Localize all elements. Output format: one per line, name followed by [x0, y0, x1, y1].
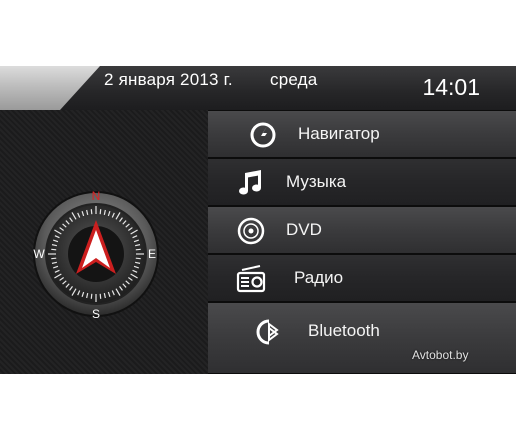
menu-item-bluetooth[interactable]: Bluetooth: [208, 302, 516, 374]
compass-tick: [135, 257, 141, 260]
clock[interactable]: 14:01: [422, 74, 480, 101]
status-bar: 2 января 2013 г. среда 14:01: [0, 66, 516, 110]
compass-south-label: S: [92, 307, 100, 321]
compass-widget[interactable]: N S E W: [28, 186, 164, 322]
navigator-icon: [250, 122, 276, 148]
compass-tick: [135, 248, 141, 251]
menu-item-radio[interactable]: Радио: [208, 254, 516, 302]
compass-tick: [99, 293, 102, 299]
compass-tick: [90, 293, 93, 299]
main-menu: Навигатор Музыка DVD Радио Bluetooth: [208, 110, 516, 374]
compass-tick: [99, 209, 102, 215]
menu-item-navigator-label: Навигатор: [298, 124, 380, 143]
watermark: Avtobot.by: [412, 348, 469, 362]
menu-item-music[interactable]: Музыка: [208, 158, 516, 206]
date-text: 2 января 2013 г.: [104, 70, 233, 89]
head-unit-screen: 2 января 2013 г. среда 14:01 N S E W Нав…: [0, 66, 516, 374]
menu-item-radio-label: Радио: [294, 268, 344, 287]
compass-tick: [51, 248, 57, 251]
menu-item-navigator[interactable]: Навигатор: [208, 110, 516, 158]
menu-item-music-label: Музыка: [286, 172, 347, 191]
weekday-text: среда: [270, 70, 318, 89]
menu-item-bluetooth-label: Bluetooth: [308, 321, 380, 340]
left-panel: N S E W: [0, 110, 212, 374]
compass-west-label: W: [33, 247, 45, 261]
radio-icon: [236, 265, 266, 293]
compass-tick: [90, 209, 93, 215]
menu-item-dvd-label: DVD: [286, 220, 322, 239]
menu-item-dvd[interactable]: DVD: [208, 206, 516, 254]
music-note-icon: [239, 170, 261, 195]
bluetooth-icon: [256, 319, 279, 345]
compass-north-label: N: [92, 189, 101, 203]
disc-icon: [237, 217, 265, 245]
compass-east-label: E: [148, 247, 156, 261]
compass-tick: [51, 257, 57, 260]
